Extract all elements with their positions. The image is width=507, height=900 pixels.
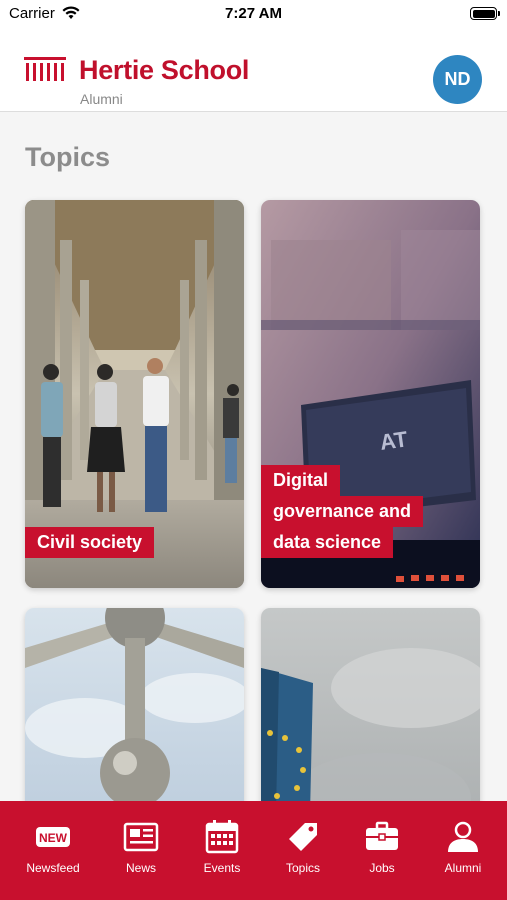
tab-label: News [125,861,156,875]
topic-label-line: Civil society [25,527,155,558]
user-avatar[interactable]: ND [433,55,482,104]
tab-news[interactable]: News [99,819,183,875]
hertie-logo-icon [24,57,66,81]
app-header: Hertie School Alumni ND [0,30,507,112]
battery-icon [470,7,500,20]
brand-name: Hertie School [79,55,250,85]
topic-label-line: governance and [261,496,424,527]
new-badge-icon: NEW [36,827,70,847]
page-title: Topics [25,142,111,172]
topic-label-line: Digital [261,465,341,496]
tab-newsfeed[interactable]: NEW Newsfeed [11,819,95,875]
tab-events[interactable]: Events [180,819,264,875]
tab-label: Topics [285,861,320,875]
brand-subtitle: Alumni [80,91,123,107]
tab-label: Alumni [444,861,482,875]
calendar-icon [205,820,239,854]
tab-label: Newsfeed [26,861,80,875]
tab-alumni[interactable]: Alumni [421,819,505,875]
new-badge-text: NEW [39,831,68,845]
tag-icon [289,823,317,851]
topic-card-digital-governance[interactable]: AT Digital governance and data science [261,200,480,588]
topic-label: Digital governance and data science [261,465,424,558]
tab-label: Jobs [369,861,395,875]
tab-jobs[interactable]: Jobs [340,819,424,875]
newspaper-icon [123,822,159,852]
topic-label: Civil society [25,527,155,558]
bottom-tab-bar: NEW Newsfeed News Events Topics Jobs Alu… [0,801,507,900]
clock: 7:27 AM [225,5,282,22]
status-bar: Carrier 7:27 AM [0,0,507,30]
topic-label-line: data science [261,527,394,558]
avatar-initials: ND [444,69,471,89]
chip-logo: AT [378,426,409,455]
tab-label: Events [203,861,241,875]
briefcase-icon [366,821,398,850]
person-icon [448,821,478,852]
topic-card-civil-society[interactable]: Civil society [25,200,244,588]
tab-topics[interactable]: Topics [261,819,345,875]
